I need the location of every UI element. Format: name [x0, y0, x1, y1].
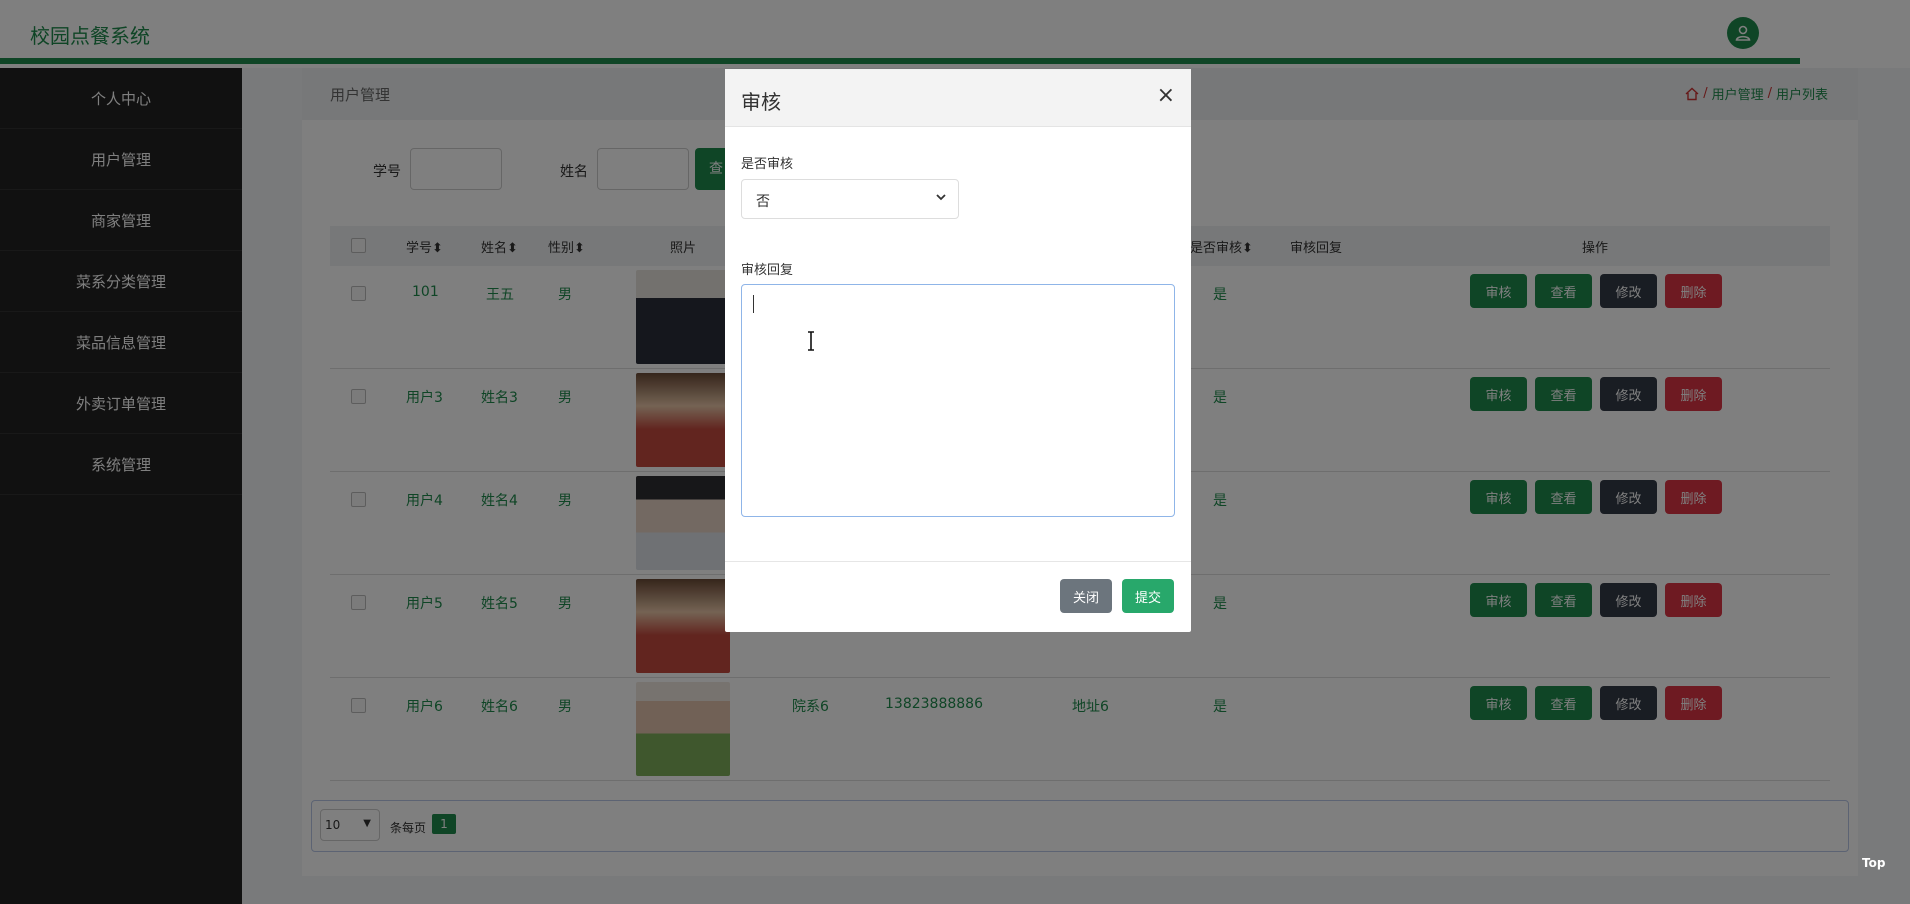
modal-footer: 关闭 提交: [725, 561, 1191, 632]
audit-status-label: 是否审核: [741, 157, 794, 172]
submit-button[interactable]: 提交: [1122, 579, 1174, 613]
text-cursor-icon: [808, 331, 814, 351]
text-caret: [753, 295, 754, 313]
audit-modal: 审核 × 是否审核 否 审核回复 关闭 提交: [725, 69, 1191, 632]
modal-header: 审核 ×: [725, 69, 1191, 127]
audit-status-select[interactable]: 否: [741, 179, 959, 219]
audit-reply-textarea[interactable]: [741, 284, 1175, 517]
audit-reply-label: 审核回复: [741, 263, 794, 278]
back-to-top-link[interactable]: Top: [1862, 856, 1885, 870]
close-icon[interactable]: ×: [1157, 83, 1175, 108]
audit-status-value: 否: [756, 194, 770, 210]
close-button[interactable]: 关闭: [1060, 579, 1112, 613]
chevron-down-icon: [936, 194, 946, 201]
modal-title: 审核: [741, 90, 781, 114]
